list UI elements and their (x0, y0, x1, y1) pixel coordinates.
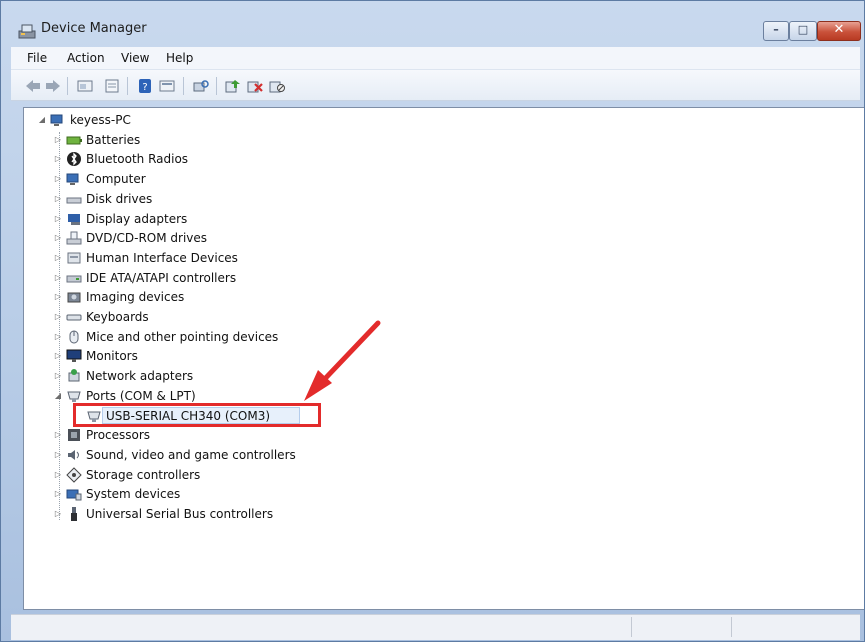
expand-arrow-icon[interactable]: ▷ (54, 449, 62, 461)
battery-icon (66, 136, 82, 145)
sound-icon (68, 449, 79, 460)
mouse-icon (69, 330, 79, 344)
expand-arrow-icon[interactable]: ▷ (54, 311, 62, 323)
expand-arrow-icon[interactable]: ▷ (54, 213, 62, 225)
toolbar-separator (183, 77, 184, 95)
back-icon[interactable] (25, 79, 41, 93)
expand-arrow-icon[interactable]: ▷ (54, 272, 62, 284)
help-icon[interactable]: ? (137, 79, 153, 93)
tree-item-label: keyess-PC (70, 113, 131, 127)
display-adapter-icon (68, 213, 80, 225)
minimize-icon: – (773, 23, 779, 36)
annotation-highlight-box (73, 403, 321, 427)
expand-arrow-icon[interactable]: ▷ (54, 370, 62, 382)
system-device-icon (66, 489, 82, 501)
tree-item-label: Ports (COM & LPT) (86, 388, 196, 403)
show-hide-icon[interactable] (77, 79, 93, 93)
maximize-icon: □ (797, 23, 809, 36)
tree-item-label: Computer (86, 172, 146, 187)
expand-arrow-icon[interactable]: ▷ (54, 350, 62, 362)
status-bar (11, 614, 860, 640)
imaging-device-icon (67, 292, 81, 303)
network-adapter-icon (68, 369, 80, 382)
scan-hardware-icon[interactable] (193, 79, 209, 93)
expand-arrow-icon[interactable]: ▷ (54, 488, 62, 500)
uninstall-icon[interactable] (247, 79, 263, 93)
storage-controller-icon (66, 466, 82, 483)
tree-item-label: DVD/CD-ROM drives (86, 231, 208, 246)
expand-arrow-icon[interactable]: ▷ (54, 252, 62, 264)
device-tree[interactable]: ◢ keyess-PC ▷ Batteries ▷ Bluetooth Radios ▷ Co… (23, 107, 864, 610)
toolbar-separator (67, 77, 68, 95)
menu-action[interactable]: Action (67, 51, 105, 65)
tree-item-label: Storage controllers (86, 467, 201, 482)
expand-arrow-icon[interactable]: ▷ (54, 469, 62, 481)
menu-view[interactable]: View (121, 51, 149, 65)
close-icon: ✕ (833, 22, 845, 37)
toolbar-separator (216, 77, 217, 95)
toolbar: ? (11, 70, 860, 101)
tree-connector-line (59, 132, 60, 520)
menu-bar: File Action View Help (11, 47, 860, 70)
view-icon[interactable] (159, 79, 175, 93)
monitor-icon (66, 349, 82, 363)
tree-item-label: Bluetooth Radios (86, 152, 189, 167)
collapse-arrow-icon[interactable]: ◢ (38, 114, 46, 126)
expand-arrow-icon[interactable]: ▷ (54, 291, 62, 303)
keyboard-icon (66, 314, 82, 321)
update-driver-icon[interactable] (225, 79, 241, 93)
tree-item-label: Sound, video and game controllers (86, 447, 296, 462)
minimize-button[interactable]: – (763, 21, 789, 41)
tree-item-label: Disk drives (86, 191, 153, 206)
expand-arrow-icon[interactable]: ▷ (54, 232, 62, 244)
status-divider (631, 617, 632, 637)
expand-arrow-icon[interactable]: ▷ (54, 508, 62, 520)
tree-item-label: Processors (86, 428, 151, 443)
computer-icon (50, 114, 63, 126)
tree-item-label: Monitors (86, 349, 138, 364)
tree-item-label: Network adapters (86, 369, 194, 384)
hid-icon (67, 252, 81, 264)
svg-text:?: ? (142, 82, 147, 93)
tree-item-label: Universal Serial Bus controllers (86, 507, 274, 521)
expand-arrow-icon[interactable]: ▷ (54, 193, 62, 205)
tree-item-label: Mice and other pointing devices (86, 329, 279, 344)
menu-help[interactable]: Help (166, 51, 193, 65)
expand-arrow-icon[interactable]: ▷ (54, 331, 62, 343)
expand-arrow-icon[interactable]: ▷ (54, 153, 62, 165)
disable-icon[interactable] (269, 79, 285, 93)
properties-icon[interactable] (104, 79, 120, 93)
device-manager-window: Device Manager – □ ✕ File Action View He… (0, 0, 865, 642)
expand-arrow-icon[interactable]: ▷ (54, 173, 62, 185)
tree-item-label: Keyboards (86, 310, 149, 324)
tree-item-label: Imaging devices (86, 290, 185, 305)
title-bar[interactable]: Device Manager – □ ✕ (1, 1, 864, 43)
usb-icon (71, 507, 77, 521)
tree-item-label: Human Interface Devices (86, 250, 238, 265)
expand-arrow-icon[interactable]: ▷ (54, 429, 62, 441)
toolbar-separator (127, 77, 128, 95)
tree-item-label: IDE ATA/ATAPI controllers (86, 270, 237, 285)
processor-icon (68, 429, 80, 442)
device-manager-icon (18, 24, 36, 39)
computer-icon (66, 173, 79, 186)
status-divider (731, 617, 732, 637)
ide-controller-icon (66, 275, 82, 283)
forward-icon[interactable] (45, 79, 61, 93)
window-title: Device Manager (41, 21, 147, 36)
port-icon (67, 391, 81, 402)
tree-item-label: Batteries (86, 132, 141, 147)
collapse-arrow-icon[interactable]: ◢ (54, 390, 62, 402)
disk-drive-icon (66, 197, 82, 204)
maximize-button[interactable]: □ (789, 21, 817, 41)
expand-arrow-icon[interactable]: ▷ (54, 134, 62, 146)
menu-file[interactable]: File (27, 51, 47, 65)
bluetooth-icon (67, 152, 81, 167)
tree-item-label: System devices (86, 487, 181, 502)
dvd-drive-icon (66, 231, 82, 245)
close-button[interactable]: ✕ (817, 21, 861, 41)
tree-item-label: Display adapters (86, 211, 188, 226)
